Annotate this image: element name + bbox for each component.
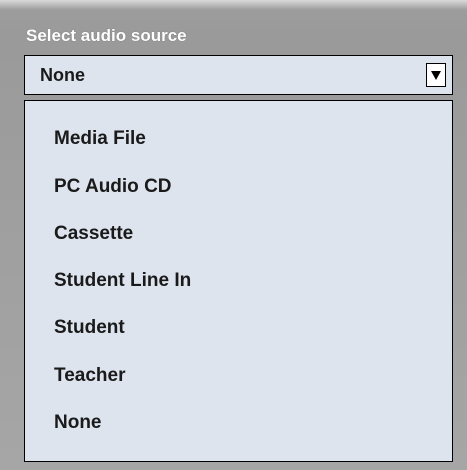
panel-title: Select audio source [26,26,187,45]
dropdown-list: Media File PC Audio CD Cassette Student … [24,100,453,462]
option-student[interactable]: Student [54,317,125,339]
option-cassette[interactable]: Cassette [54,223,133,245]
option-media-file[interactable]: Media File [54,128,146,150]
option-none[interactable]: None [54,412,102,434]
chevron-down-icon [431,71,441,80]
dropdown-arrow-button[interactable] [426,63,446,87]
audio-source-select[interactable]: None [24,55,453,95]
option-student-line-in[interactable]: Student Line In [54,270,191,292]
selected-value: None [40,65,85,85]
audio-source-panel: Select audio source None Media File PC A… [18,0,461,470]
option-pc-audio-cd[interactable]: PC Audio CD [54,176,172,198]
option-teacher[interactable]: Teacher [54,365,125,387]
